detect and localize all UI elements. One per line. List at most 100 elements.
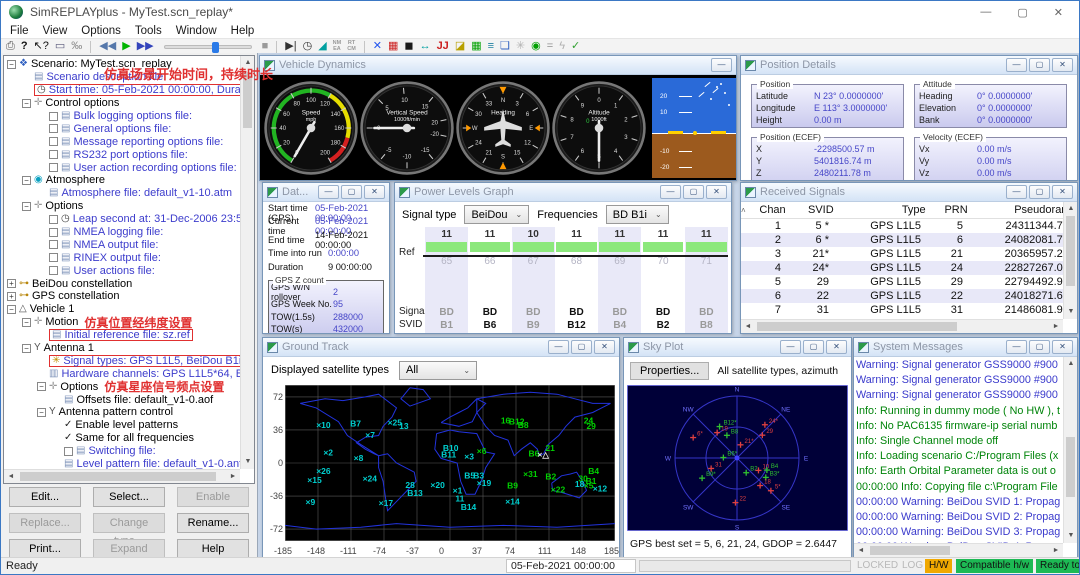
tree-checkbox[interactable] — [64, 447, 73, 456]
tree-checkbox[interactable] — [49, 240, 58, 249]
scrollbar-thumb[interactable] — [20, 472, 216, 481]
ground-track-titlebar[interactable]: Ground Track — ▢ ✕ — [263, 338, 619, 357]
scroll-up-icon[interactable]: ▲ — [1064, 202, 1077, 216]
sky-plot-titlebar[interactable]: Sky Plot — ▢ ✕ — [624, 338, 851, 357]
maximize-button[interactable]: ▢ — [683, 185, 704, 199]
tree-expander[interactable]: − — [22, 99, 31, 108]
tree-checkbox[interactable] — [49, 137, 58, 146]
minimize-button[interactable]: — — [980, 6, 991, 19]
close-button[interactable]: ✕ — [364, 185, 385, 199]
tree-item[interactable]: −✛Options — [4, 200, 240, 213]
horizontal-scrollbar[interactable]: ◄ ► — [854, 543, 1063, 557]
rtcm-icon[interactable]: RTCM — [347, 41, 356, 52]
maximize-button[interactable]: ▢ — [803, 340, 824, 354]
tree-item[interactable]: ▤Bulk logging options file: — [4, 110, 240, 123]
close-button[interactable]: ✕ — [826, 340, 847, 354]
table-row[interactable]: 731GPS L1L53121486081.928 — [741, 303, 1063, 317]
contrast-icon[interactable]: ◪ — [455, 40, 465, 53]
table-row[interactable]: 15 *GPS L1L5524311344.737 — [741, 219, 1063, 233]
tree-item[interactable]: ▤RINEX output file: — [4, 251, 240, 264]
minimize-button[interactable]: — — [318, 185, 339, 199]
maximize-button[interactable]: ▢ — [1029, 58, 1050, 72]
tree-expander[interactable]: − — [22, 176, 31, 185]
tree-item[interactable]: ✓Enable level patterns — [4, 419, 240, 432]
tree-item[interactable]: +⊶GPS constellation — [4, 290, 240, 303]
tree-item[interactable]: ▤NMEA output file: — [4, 238, 240, 251]
tree-item[interactable]: ▤User action recording options file: — [4, 161, 240, 174]
frequencies-select[interactable]: BD B1i ⌄ — [606, 205, 669, 224]
tree-checkbox[interactable] — [49, 228, 58, 237]
tree-vertical-scrollbar[interactable]: ▲ ▼ — [240, 56, 254, 469]
scroll-up-icon[interactable]: ▲ — [1064, 357, 1077, 371]
help-icon[interactable]: ? — [21, 40, 28, 53]
scrollbar-thumb[interactable] — [1066, 437, 1075, 497]
rewind-button[interactable]: ◀◀ — [99, 40, 116, 53]
column-header-chan[interactable]: Chan — [746, 204, 792, 216]
column-header-type[interactable]: Type — [840, 204, 932, 216]
signal-type-select[interactable]: BeiDou ⌄ — [464, 205, 529, 224]
scroll-right-icon[interactable]: ► — [1049, 320, 1063, 333]
tree-expander[interactable]: − — [22, 344, 31, 353]
table-row[interactable]: 26 *GPS L1L5624082081.710 — [741, 233, 1063, 247]
tree-item[interactable]: ▤Initial reference file: sz.ref — [4, 329, 240, 342]
tree-checkbox[interactable] — [49, 266, 58, 275]
scrollbar-thumb[interactable] — [870, 546, 950, 555]
scrollbar-thumb[interactable] — [1066, 216, 1075, 286]
tree-horizontal-scrollbar[interactable]: ◄ ► — [4, 469, 240, 483]
restore-button[interactable]: ▢ — [1017, 6, 1027, 19]
menu-options[interactable]: Options — [74, 25, 128, 37]
tree-item[interactable]: −YAntenna pattern control — [4, 406, 240, 419]
tree-item[interactable]: ▤Switching file: — [4, 445, 240, 458]
menu-tools[interactable]: Tools — [128, 25, 169, 37]
horizontal-scrollbar[interactable]: ◄ ► — [741, 319, 1063, 333]
maximize-button[interactable]: ▢ — [1029, 340, 1050, 354]
nmea-icon[interactable]: NMEA — [333, 41, 342, 52]
scroll-down-icon[interactable]: ▼ — [1064, 305, 1077, 319]
tree-item[interactable]: ▤Atmosphere file: default_v1-10.atm — [4, 187, 240, 200]
satellite-types-select[interactable]: All ⌄ — [399, 361, 477, 380]
tree-item[interactable]: −✛Control options — [4, 97, 240, 110]
tree-item[interactable]: ▤User actions file: — [4, 264, 240, 277]
properties-button[interactable]: Properties... — [630, 362, 709, 380]
tree-expander[interactable]: − — [7, 305, 16, 314]
tree-checkbox[interactable] — [49, 253, 58, 262]
scroll-left-icon[interactable]: ◄ — [741, 320, 755, 333]
tree-item[interactable]: +⊶BeiDou constellation — [4, 277, 240, 290]
step-icon[interactable]: ▶| — [285, 40, 296, 53]
levels-icon[interactable]: ↔ — [420, 40, 431, 53]
rename-button[interactable]: Rename... — [177, 513, 249, 533]
column-header-prn[interactable]: PRN — [932, 204, 974, 216]
tree-item[interactable]: −✛Options仿真星座信号频点设置 — [4, 380, 240, 393]
minimize-button[interactable]: — — [548, 340, 569, 354]
tree-checkbox[interactable] — [49, 112, 58, 121]
scroll-down-icon[interactable]: ▼ — [241, 455, 255, 469]
scroll-left-icon[interactable]: ◄ — [854, 544, 868, 557]
vehicle-dynamics-titlebar[interactable]: Vehicle Dynamics — — [260, 56, 736, 75]
tree-checkbox[interactable] — [49, 124, 58, 133]
tree-expander[interactable]: − — [37, 408, 46, 417]
edit-button[interactable]: Edit... — [9, 487, 81, 507]
tree-checkbox[interactable] — [49, 150, 58, 159]
scroll-down-icon[interactable]: ▼ — [1064, 529, 1077, 543]
tree-item[interactable]: −✛Motion仿真位置经纬度设置 — [4, 316, 240, 329]
scroll-right-icon[interactable]: ► — [1049, 544, 1063, 557]
table-row[interactable]: 529GPS L1L52922794492.950 — [741, 275, 1063, 289]
close-button[interactable]: ✕ — [594, 340, 615, 354]
vertical-scrollbar[interactable]: ▲ ▼ — [1063, 202, 1077, 319]
fast-forward-button[interactable]: ▶▶ — [137, 40, 154, 53]
context-help-icon[interactable]: ↖? — [34, 40, 49, 53]
power-ramp-icon[interactable]: ◢ — [318, 40, 326, 53]
position-details-titlebar[interactable]: Position Details — ▢ ✕ — [741, 56, 1077, 75]
tree-item[interactable]: ▤Message reporting options file: — [4, 135, 240, 148]
tree-item[interactable]: ▤General options file: — [4, 122, 240, 135]
lightning-icon[interactable]: ϟ — [559, 40, 565, 53]
minimize-button[interactable]: — — [711, 58, 732, 72]
tree-expander[interactable]: + — [7, 292, 16, 301]
signal-ratio-icon[interactable]: ‰ — [71, 40, 82, 53]
table-row[interactable]: 424*GPS L1L52422827267.068 — [741, 261, 1063, 275]
jamming-icon[interactable]: JJ — [437, 40, 449, 53]
tree-expander[interactable]: − — [22, 318, 31, 327]
tree-item[interactable]: ▤Offsets file: default_v1-0.aof — [4, 393, 240, 406]
output-window-icon[interactable]: ▭ — [55, 40, 65, 53]
tree-expander[interactable]: − — [7, 60, 16, 69]
